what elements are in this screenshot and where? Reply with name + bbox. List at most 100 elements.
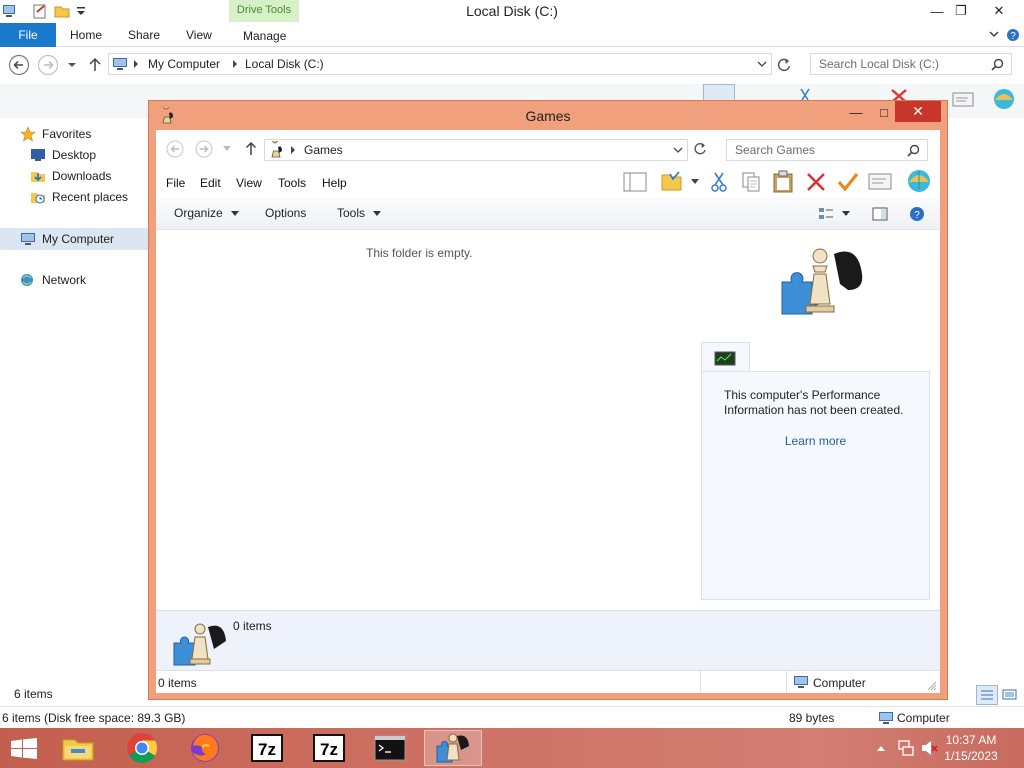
search-icon[interactable] xyxy=(991,58,1004,71)
tab-view[interactable]: View xyxy=(174,23,224,47)
shell-icon[interactable] xyxy=(992,88,1016,110)
games-forward-icon[interactable] xyxy=(195,140,213,158)
menu-view[interactable]: View xyxy=(236,176,262,190)
tab-home[interactable]: Home xyxy=(58,23,114,47)
nav-item-recent-places[interactable]: Recent places xyxy=(30,187,128,207)
organize-button[interactable]: Organize xyxy=(174,206,240,220)
details-view-icon xyxy=(981,690,993,700)
taskbar-firefox[interactable] xyxy=(176,730,234,766)
folder-options-dropdown-icon[interactable] xyxy=(691,179,699,185)
help-icon[interactable]: ? xyxy=(909,206,925,222)
options-button[interactable]: Options xyxy=(265,206,306,220)
breadcrumb-separator-icon[interactable] xyxy=(290,146,296,154)
paste-icon[interactable] xyxy=(772,170,794,194)
recent-places-icon xyxy=(31,193,45,204)
explorer-search-box[interactable]: Search Local Disk (C:) xyxy=(810,53,1012,75)
games-title-bar[interactable]: Games — □ ✕ xyxy=(149,101,947,131)
games-back-icon[interactable] xyxy=(166,140,184,158)
preview-pane-icon[interactable] xyxy=(623,171,647,193)
nav-item-label: Downloads xyxy=(52,169,112,183)
delete-icon[interactable] xyxy=(805,171,827,193)
taskbar-games[interactable] xyxy=(424,730,482,766)
games-window-body: Games Search Games File Edit View Tools … xyxy=(156,130,940,693)
breadcrumb-separator-icon[interactable] xyxy=(133,60,139,68)
status-divider xyxy=(786,671,787,693)
address-dropdown-icon[interactable] xyxy=(757,60,767,68)
breadcrumb-local-disk[interactable]: Local Disk (C:) xyxy=(245,57,324,71)
explorer-address-bar[interactable]: My Computer Local Disk (C:) xyxy=(108,53,772,75)
large-icons-view-button[interactable] xyxy=(1001,687,1019,703)
copy-icon[interactable] xyxy=(741,171,761,193)
games-address-row: Games Search Games xyxy=(156,130,940,166)
svg-text:7z: 7z xyxy=(258,740,276,759)
taskbar-7zip-2[interactable]: 7z xyxy=(300,730,358,766)
taskbar-7zip[interactable]: 7z xyxy=(238,730,296,766)
games-recent-locations-icon[interactable] xyxy=(223,146,231,152)
games-up-icon[interactable] xyxy=(245,142,257,156)
downloads-icon xyxy=(31,172,45,182)
show-hidden-icons-icon[interactable] xyxy=(876,744,886,752)
games-status-bar: 0 items Computer xyxy=(156,670,940,693)
nav-item-downloads[interactable]: Downloads xyxy=(30,166,111,186)
navigation-pane: Favorites Desktop Downloads Recent place… xyxy=(0,118,148,703)
network-status-icon[interactable] xyxy=(897,739,915,757)
taskbar-chrome[interactable] xyxy=(113,730,171,766)
recent-locations-icon[interactable] xyxy=(67,61,77,69)
status-location: Computer xyxy=(813,676,866,690)
status-item-count: 0 items xyxy=(158,676,197,690)
details-view-button[interactable] xyxy=(976,685,998,705)
star-icon xyxy=(20,126,36,142)
file-tab[interactable]: File xyxy=(0,23,56,47)
tab-share[interactable]: Share xyxy=(116,23,172,47)
games-refresh-icon[interactable] xyxy=(693,142,707,156)
back-icon[interactable] xyxy=(8,54,30,76)
taskbar-clock[interactable]: 10:37 AM 1/15/2023 xyxy=(936,732,1006,764)
performance-message: This computer's Performance Information … xyxy=(724,388,904,417)
games-file-list[interactable]: This folder is empty. This computer's Pe… xyxy=(156,230,940,610)
email-icon[interactable] xyxy=(952,92,974,108)
learn-more-link[interactable]: Learn more xyxy=(702,434,929,448)
close-icon[interactable]: ✕ xyxy=(984,0,1014,22)
shell-icon[interactable] xyxy=(906,169,932,193)
refresh-icon[interactable] xyxy=(776,57,792,73)
games-address-dropdown-icon[interactable] xyxy=(673,146,683,154)
change-view-icon[interactable] xyxy=(818,206,834,222)
tools-button[interactable]: Tools xyxy=(337,206,382,220)
menu-file[interactable]: File xyxy=(166,176,185,190)
games-address-bar[interactable]: Games xyxy=(264,139,688,161)
performance-tab[interactable] xyxy=(701,342,750,372)
menu-help[interactable]: Help xyxy=(322,176,347,190)
breadcrumb-separator-icon[interactable] xyxy=(232,60,238,68)
taskbar-file-explorer[interactable] xyxy=(49,730,107,766)
command-prompt-icon xyxy=(374,735,406,761)
restore-icon[interactable]: ❐ xyxy=(946,0,976,22)
preview-pane-icon[interactable] xyxy=(872,206,888,222)
search-icon[interactable] xyxy=(907,144,920,157)
ribbon-expand-icon[interactable] xyxy=(988,29,1000,39)
nav-item-label: Network xyxy=(42,273,87,287)
breadcrumb-games[interactable]: Games xyxy=(304,143,343,157)
properties-check-icon[interactable] xyxy=(836,171,860,193)
nav-item-favorites[interactable]: Favorites xyxy=(20,124,91,144)
view-dropdown-icon[interactable] xyxy=(842,211,850,217)
games-minimize-icon[interactable]: — xyxy=(841,101,871,123)
games-search-box[interactable]: Search Games xyxy=(726,139,928,161)
email-icon[interactable] xyxy=(868,173,892,191)
forward-icon[interactable] xyxy=(37,54,59,76)
folder-options-icon[interactable] xyxy=(661,170,683,192)
help-icon[interactable]: ? xyxy=(1006,28,1020,42)
breadcrumb-my-computer[interactable]: My Computer xyxy=(148,57,220,71)
up-icon[interactable] xyxy=(88,57,102,73)
nav-item-network[interactable]: Network xyxy=(20,270,86,290)
menu-edit[interactable]: Edit xyxy=(200,176,221,190)
menu-tools[interactable]: Tools xyxy=(278,176,306,190)
cut-icon[interactable] xyxy=(711,171,727,193)
taskbar-command-prompt[interactable] xyxy=(361,730,419,766)
tab-manage[interactable]: Manage xyxy=(231,24,298,48)
games-command-bar: Organize Options Tools ? xyxy=(156,198,940,230)
nav-item-my-computer[interactable]: My Computer xyxy=(0,228,148,250)
games-close-button[interactable]: ✕ xyxy=(895,101,941,122)
nav-item-desktop[interactable]: Desktop xyxy=(30,145,96,165)
resize-grip-icon[interactable] xyxy=(927,681,937,691)
start-button[interactable] xyxy=(10,738,38,760)
